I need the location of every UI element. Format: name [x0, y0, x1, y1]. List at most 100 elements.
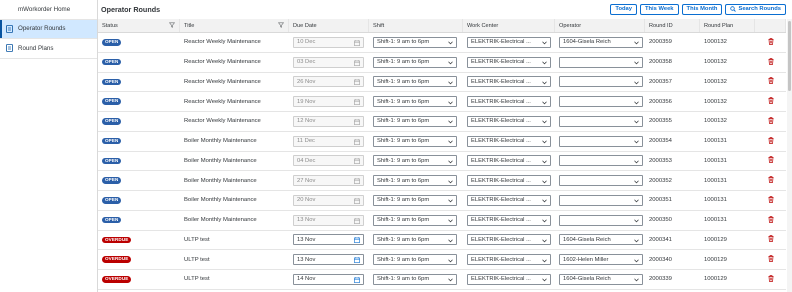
- sidebar-item-mworkorder-home[interactable]: mWorkorder Home: [0, 0, 97, 20]
- operator-select[interactable]: 1604-Gisela Reich: [559, 234, 643, 246]
- delete-icon[interactable]: [768, 77, 774, 86]
- table-row[interactable]: OPEN Boiler Monthly Maintenance 27 Nov Shif…: [98, 171, 786, 191]
- column-header-round-plan[interactable]: Round Plan: [700, 19, 755, 32]
- sidebar-item-round-plans[interactable]: Round Plans: [0, 39, 97, 59]
- delete-icon[interactable]: [768, 196, 774, 205]
- scrollbar-thumb[interactable]: [788, 21, 791, 91]
- shift-select[interactable]: Shift-1: 9 am to 6pm: [373, 56, 457, 68]
- work-center-select[interactable]: ELEKTRIK-Electrical ...: [467, 194, 551, 206]
- delete-icon[interactable]: [768, 176, 774, 185]
- sidebar-item-operator-rounds[interactable]: Operator Rounds: [0, 19, 97, 39]
- calendar-icon[interactable]: [354, 277, 360, 283]
- column-header-round-id[interactable]: Round ID: [645, 19, 700, 32]
- calendar-icon[interactable]: [354, 217, 360, 224]
- column-header-title[interactable]: Title: [180, 19, 289, 32]
- table-row[interactable]: OVERDUE ULTP test 13 Nov Shift-1: 9 am to 6…: [98, 250, 786, 270]
- table-row[interactable]: OVERDUE ULTP test 13 Nov Shift-1: 9 am to 6…: [98, 231, 786, 251]
- operator-select[interactable]: 1604-Gisela Reich: [559, 273, 643, 285]
- operator-select[interactable]: 1604-Gisela Reich: [559, 36, 643, 48]
- column-header-due-date[interactable]: Due Date: [289, 19, 369, 32]
- vertical-scrollbar[interactable]: [787, 19, 792, 292]
- delete-icon[interactable]: [768, 215, 774, 225]
- operator-select[interactable]: 1602-Helen Miller: [559, 254, 643, 266]
- work-center-select[interactable]: ELEKTRIK-Electrical ...: [467, 175, 551, 187]
- delete-icon[interactable]: [768, 38, 774, 47]
- delete-icon[interactable]: [768, 57, 774, 67]
- this-month-button[interactable]: This Month: [681, 4, 723, 15]
- work-center-select[interactable]: ELEKTRIK-Electrical ...: [467, 254, 551, 266]
- today-button[interactable]: Today: [610, 4, 637, 15]
- calendar-icon[interactable]: [354, 237, 360, 244]
- shift-select[interactable]: Shift-1: 9 am to 6pm: [373, 115, 457, 127]
- filter-icon[interactable]: [278, 22, 284, 28]
- calendar-icon[interactable]: [354, 119, 360, 125]
- calendar-icon[interactable]: [354, 40, 360, 46]
- shift-select[interactable]: Shift-1: 9 am to 6pm: [373, 76, 457, 88]
- work-center-select[interactable]: ELEKTRIK-Electrical ...: [467, 155, 551, 167]
- operator-select[interactable]: [559, 135, 643, 147]
- operator-select[interactable]: [559, 56, 643, 68]
- work-center-select[interactable]: ELEKTRIK-Electrical ...: [467, 234, 551, 246]
- delete-icon[interactable]: [768, 136, 774, 146]
- shift-select[interactable]: Shift-1: 9 am to 6pm: [373, 194, 457, 206]
- shift-select[interactable]: Shift-1: 9 am to 6pm: [373, 214, 457, 226]
- due-date-picker[interactable]: 13 Nov: [293, 254, 364, 266]
- shift-select[interactable]: Shift-1: 9 am to 6pm: [373, 273, 457, 285]
- work-center-select[interactable]: ELEKTRIK-Electrical ...: [467, 76, 551, 88]
- operator-select[interactable]: [559, 175, 643, 187]
- this-week-button[interactable]: This Week: [639, 4, 679, 15]
- shift-select[interactable]: Shift-1: 9 am to 6pm: [373, 155, 457, 167]
- table-row[interactable]: OPEN Boiler Monthly Maintenance 13 Nov Shif…: [98, 211, 786, 231]
- calendar-icon[interactable]: [354, 59, 360, 66]
- table-row[interactable]: OPEN Reactor Weekly Maintenance 19 Nov Shif…: [98, 92, 786, 112]
- due-date-picker[interactable]: 14 Nov: [293, 273, 364, 285]
- table-row[interactable]: OVERDUE ULTP test 14 Nov Shift-1: 9 am to 6…: [98, 270, 786, 290]
- column-header-operator[interactable]: Operator: [555, 19, 645, 32]
- search-rounds-button[interactable]: Search Rounds: [725, 4, 786, 15]
- shift-select[interactable]: Shift-1: 9 am to 6pm: [373, 175, 457, 187]
- table-row[interactable]: OPEN Reactor Weekly Maintenance 26 Nov Shif…: [98, 73, 786, 93]
- filter-icon[interactable]: [169, 22, 175, 28]
- operator-select[interactable]: [559, 214, 643, 226]
- calendar-icon[interactable]: [354, 178, 360, 185]
- work-center-select[interactable]: ELEKTRIK-Electrical ...: [467, 115, 551, 127]
- work-center-select[interactable]: ELEKTRIK-Electrical ...: [467, 36, 551, 48]
- column-header-status[interactable]: Status: [98, 19, 180, 32]
- shift-select[interactable]: Shift-1: 9 am to 6pm: [373, 234, 457, 246]
- operator-select[interactable]: [559, 76, 643, 88]
- delete-icon[interactable]: [768, 97, 774, 106]
- table-row[interactable]: OPEN Boiler Monthly Maintenance 04 Dec Shif…: [98, 152, 786, 172]
- work-center-select[interactable]: ELEKTRIK-Electrical ...: [467, 56, 551, 68]
- shift-select[interactable]: Shift-1: 9 am to 6pm: [373, 135, 457, 147]
- calendar-icon[interactable]: [354, 79, 360, 86]
- calendar-icon[interactable]: [354, 198, 360, 204]
- calendar-icon[interactable]: [354, 99, 360, 106]
- column-header-work-center[interactable]: Work Center: [463, 19, 555, 32]
- delete-icon[interactable]: [768, 117, 774, 126]
- shift-select[interactable]: Shift-1: 9 am to 6pm: [373, 96, 457, 108]
- delete-icon[interactable]: [768, 156, 774, 165]
- calendar-icon[interactable]: [354, 257, 360, 264]
- table-row[interactable]: OPEN Boiler Monthly Maintenance 11 Dec Shif…: [98, 132, 786, 152]
- calendar-icon[interactable]: [354, 138, 360, 145]
- work-center-select[interactable]: ELEKTRIK-Electrical ...: [467, 214, 551, 226]
- operator-select[interactable]: [559, 115, 643, 127]
- operator-select[interactable]: [559, 155, 643, 167]
- work-center-select[interactable]: ELEKTRIK-Electrical ...: [467, 135, 551, 147]
- table-row[interactable]: OPEN Reactor Weekly Maintenance 12 Nov Shif…: [98, 112, 786, 132]
- delete-icon[interactable]: [768, 255, 774, 264]
- table-row[interactable]: OPEN Boiler Monthly Maintenance 20 Nov Shif…: [98, 191, 786, 211]
- shift-select[interactable]: Shift-1: 9 am to 6pm: [373, 36, 457, 48]
- table-row[interactable]: OPEN Reactor Weekly Maintenance 10 Dec Shif…: [98, 33, 786, 53]
- work-center-select[interactable]: ELEKTRIK-Electrical ...: [467, 273, 551, 285]
- operator-select[interactable]: [559, 96, 643, 108]
- delete-icon[interactable]: [768, 235, 774, 244]
- due-date-picker[interactable]: 13 Nov: [293, 234, 364, 246]
- calendar-icon[interactable]: [354, 158, 360, 165]
- shift-select[interactable]: Shift-1: 9 am to 6pm: [373, 254, 457, 266]
- operator-select[interactable]: [559, 194, 643, 206]
- column-header-shift[interactable]: Shift: [369, 19, 463, 32]
- work-center-select[interactable]: ELEKTRIK-Electrical ...: [467, 96, 551, 108]
- table-row[interactable]: OPEN Reactor Weekly Maintenance 03 Dec Shif…: [98, 53, 786, 73]
- delete-icon[interactable]: [768, 275, 774, 284]
